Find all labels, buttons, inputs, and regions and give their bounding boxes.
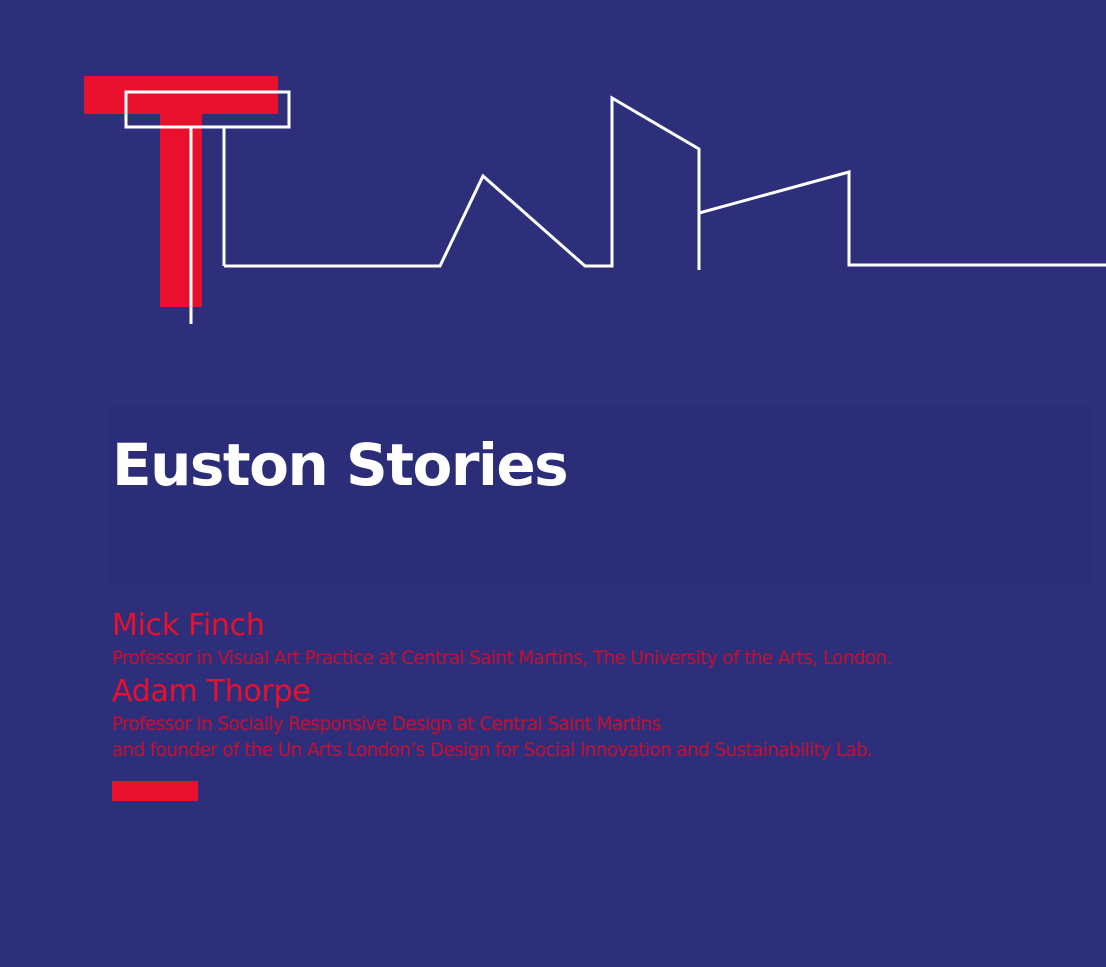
skyline-outline bbox=[224, 95, 1106, 270]
cover-page: Euston Stories Mick Finch Professor in V… bbox=[0, 0, 1106, 967]
person-name: Adam Thorpe bbox=[112, 674, 311, 709]
people-list: Mick Finch Professor in Visual Art Pract… bbox=[112, 606, 1102, 764]
person-name: Mick Finch bbox=[112, 608, 265, 643]
accent-bar bbox=[112, 781, 198, 801]
person-role: Professor in Visual Art Practice at Cent… bbox=[112, 648, 893, 669]
red-t-letter bbox=[84, 76, 278, 307]
person-entry: Mick Finch Professor in Visual Art Pract… bbox=[112, 606, 1102, 672]
person-entry: Adam Thorpe Professor in Socially Respon… bbox=[112, 672, 1102, 764]
page-title: Euston Stories bbox=[112, 431, 569, 499]
skyline-logo bbox=[84, 76, 1106, 324]
white-t-outline bbox=[124, 90, 291, 324]
person-role: and founder of the Un Arts London’s Desi… bbox=[112, 740, 873, 761]
person-role: Professor in Socially Responsive Design … bbox=[112, 714, 661, 735]
